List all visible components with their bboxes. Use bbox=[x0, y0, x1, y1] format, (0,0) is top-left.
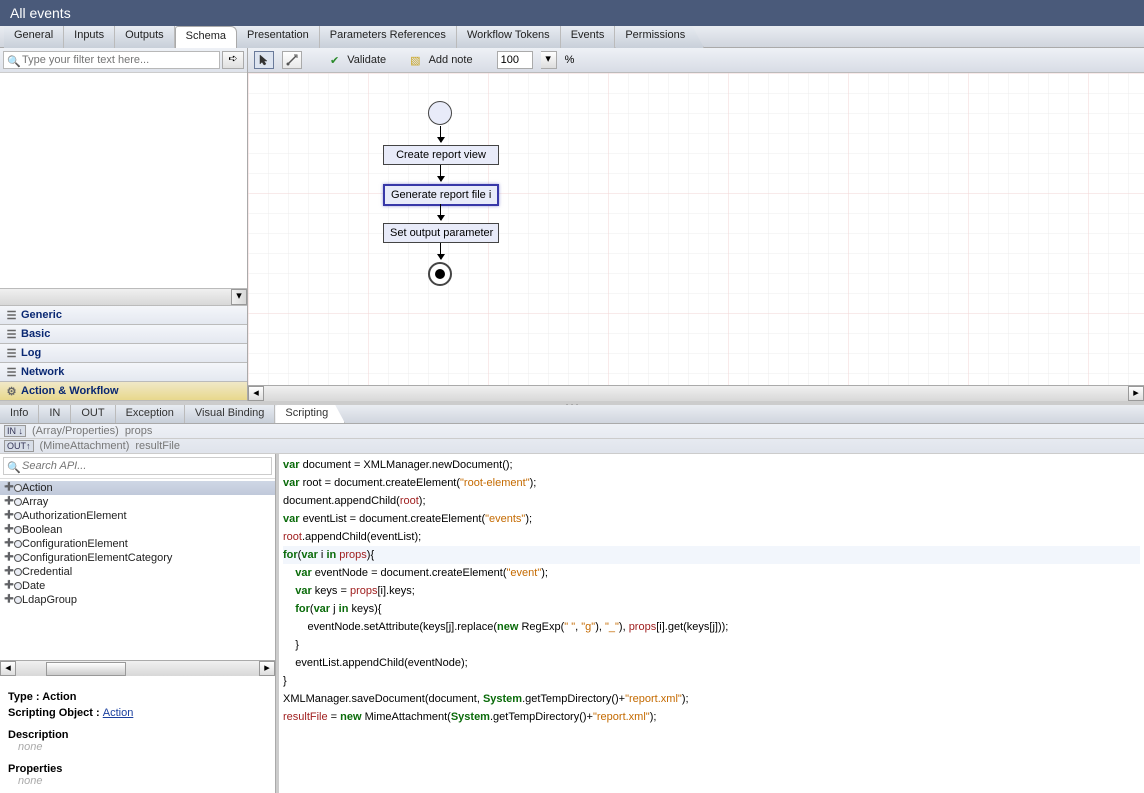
api-search-input[interactable] bbox=[3, 457, 272, 475]
validate-button[interactable]: Validate bbox=[347, 54, 386, 66]
flow-arrow bbox=[440, 126, 441, 142]
btab-exception[interactable]: Exception bbox=[116, 405, 185, 423]
flow-arrow bbox=[440, 243, 441, 259]
api-item-action[interactable]: Action bbox=[0, 481, 275, 495]
scripting-object-link[interactable]: Action bbox=[103, 707, 134, 719]
node-set-output[interactable]: Set output parameter bbox=[383, 223, 499, 243]
api-h-scrollbar[interactable]: ◂▸ bbox=[0, 660, 275, 676]
list-icon: ☰ bbox=[6, 310, 17, 321]
api-info-panel: Type : Action Scripting Object : Action … bbox=[0, 676, 275, 793]
accordion-basic[interactable]: ☰Basic bbox=[0, 325, 247, 344]
tab-events[interactable]: Events bbox=[561, 26, 616, 48]
api-panel: 🔍 Action Array AuthorizationElement Bool… bbox=[0, 454, 276, 793]
search-icon: 🔍 bbox=[7, 55, 21, 68]
cursor-icon bbox=[259, 54, 269, 66]
in-badge: IN ↓ bbox=[4, 425, 26, 437]
api-item-configurationelementcategory[interactable]: ConfigurationElementCategory bbox=[0, 551, 275, 565]
list-icon: ☰ bbox=[6, 367, 17, 378]
api-item-date[interactable]: Date bbox=[0, 579, 275, 593]
var-row-in[interactable]: IN ↓ (Array/Properties) props bbox=[0, 424, 1144, 439]
note-icon: ▧ bbox=[410, 54, 420, 67]
window-title: All events bbox=[0, 0, 1144, 26]
zoom-input[interactable] bbox=[497, 51, 533, 69]
node-generate-report[interactable]: Generate report file i bbox=[383, 184, 499, 206]
flow-arrow bbox=[440, 165, 441, 181]
var-type: (Array/Properties) bbox=[32, 425, 119, 437]
top-tab-row: General Inputs Outputs Schema Presentati… bbox=[0, 26, 1144, 48]
connect-tool-button[interactable] bbox=[282, 51, 302, 69]
code-editor[interactable]: var document = XMLManager.newDocument();… bbox=[276, 454, 1144, 793]
var-type: (MimeAttachment) bbox=[40, 440, 130, 452]
tab-presentation[interactable]: Presentation bbox=[237, 26, 320, 48]
description-none: none bbox=[8, 741, 267, 753]
api-item-array[interactable]: Array bbox=[0, 495, 275, 509]
check-icon: ✔ bbox=[330, 54, 339, 67]
var-name: props bbox=[125, 425, 153, 437]
accordion-network[interactable]: ☰Network bbox=[0, 363, 247, 382]
list-icon: ☰ bbox=[6, 348, 17, 359]
tab-schema[interactable]: Schema bbox=[175, 26, 237, 48]
tab-inputs[interactable]: Inputs bbox=[64, 26, 115, 48]
accordion-generic[interactable]: ☰Generic bbox=[0, 306, 247, 325]
api-item-ldapgroup[interactable]: LdapGroup bbox=[0, 593, 275, 607]
var-rows: IN ↓ (Array/Properties) props OUT↑ (Mime… bbox=[0, 424, 1144, 454]
node-create-report-view[interactable]: Create report view bbox=[383, 145, 499, 165]
add-note-button[interactable]: Add note bbox=[429, 54, 473, 66]
pointer-tool-button[interactable] bbox=[254, 51, 274, 69]
accordion-action-workflow[interactable]: ⚙Action & Workflow bbox=[0, 382, 247, 401]
btab-visual-binding[interactable]: Visual Binding bbox=[185, 405, 276, 423]
canvas-h-scrollbar[interactable]: ◂ ▸ bbox=[248, 385, 1144, 401]
api-item-boolean[interactable]: Boolean bbox=[0, 523, 275, 537]
var-row-out[interactable]: OUT↑ (MimeAttachment) resultFile bbox=[0, 439, 1144, 454]
filter-input[interactable] bbox=[3, 51, 220, 69]
tab-workflow-tokens[interactable]: Workflow Tokens bbox=[457, 26, 561, 48]
type-label: Type : bbox=[8, 691, 42, 703]
properties-none: none bbox=[8, 775, 267, 787]
scripting-object-label: Scripting Object : bbox=[8, 707, 103, 719]
var-name: resultFile bbox=[135, 440, 180, 452]
end-node[interactable] bbox=[428, 262, 452, 286]
description-label: Description bbox=[8, 729, 267, 741]
api-item-configurationelement[interactable]: ConfigurationElement bbox=[0, 537, 275, 551]
api-tree[interactable]: Action Array AuthorizationElement Boolea… bbox=[0, 479, 275, 660]
palette-panel: 🔍 ➪ ▾ ☰Generic ☰Basic ☰Log ☰Network ⚙Act… bbox=[0, 48, 248, 401]
palette-blank bbox=[0, 73, 247, 288]
scroll-down-icon[interactable]: ▾ bbox=[231, 289, 247, 305]
bottom-tab-row: Info IN OUT Exception Visual Binding Scr… bbox=[0, 405, 1144, 424]
accordion-log[interactable]: ☰Log bbox=[0, 344, 247, 363]
btab-in[interactable]: IN bbox=[39, 405, 71, 423]
tab-general[interactable]: General bbox=[4, 26, 64, 48]
canvas-toolbar: ✔ Validate ▧ Add note ▾ % bbox=[248, 48, 1144, 73]
filter-go-button[interactable]: ➪ bbox=[222, 51, 244, 69]
tab-permissions[interactable]: Permissions bbox=[615, 26, 704, 48]
tab-param-refs[interactable]: Parameters References bbox=[320, 26, 457, 48]
type-value: Action bbox=[42, 691, 76, 703]
flow-arrow bbox=[440, 204, 441, 220]
out-badge: OUT↑ bbox=[4, 440, 34, 452]
workflow-canvas[interactable]: Create report view Generate report file … bbox=[248, 73, 1144, 385]
search-icon: 🔍 bbox=[7, 461, 21, 474]
zoom-dropdown[interactable]: ▾ bbox=[541, 51, 557, 69]
api-item-credential[interactable]: Credential bbox=[0, 565, 275, 579]
btab-scripting[interactable]: Scripting bbox=[275, 405, 345, 423]
zoom-percent-label: % bbox=[565, 54, 575, 66]
list-icon: ☰ bbox=[6, 329, 17, 340]
gear-icon: ⚙ bbox=[6, 386, 17, 397]
connect-icon bbox=[286, 54, 298, 66]
btab-out[interactable]: OUT bbox=[71, 405, 115, 423]
properties-label: Properties bbox=[8, 763, 267, 775]
btab-info[interactable]: Info bbox=[0, 405, 39, 423]
start-node[interactable] bbox=[428, 101, 452, 125]
api-item-authorizationelement[interactable]: AuthorizationElement bbox=[0, 509, 275, 523]
tab-outputs[interactable]: Outputs bbox=[115, 26, 175, 48]
